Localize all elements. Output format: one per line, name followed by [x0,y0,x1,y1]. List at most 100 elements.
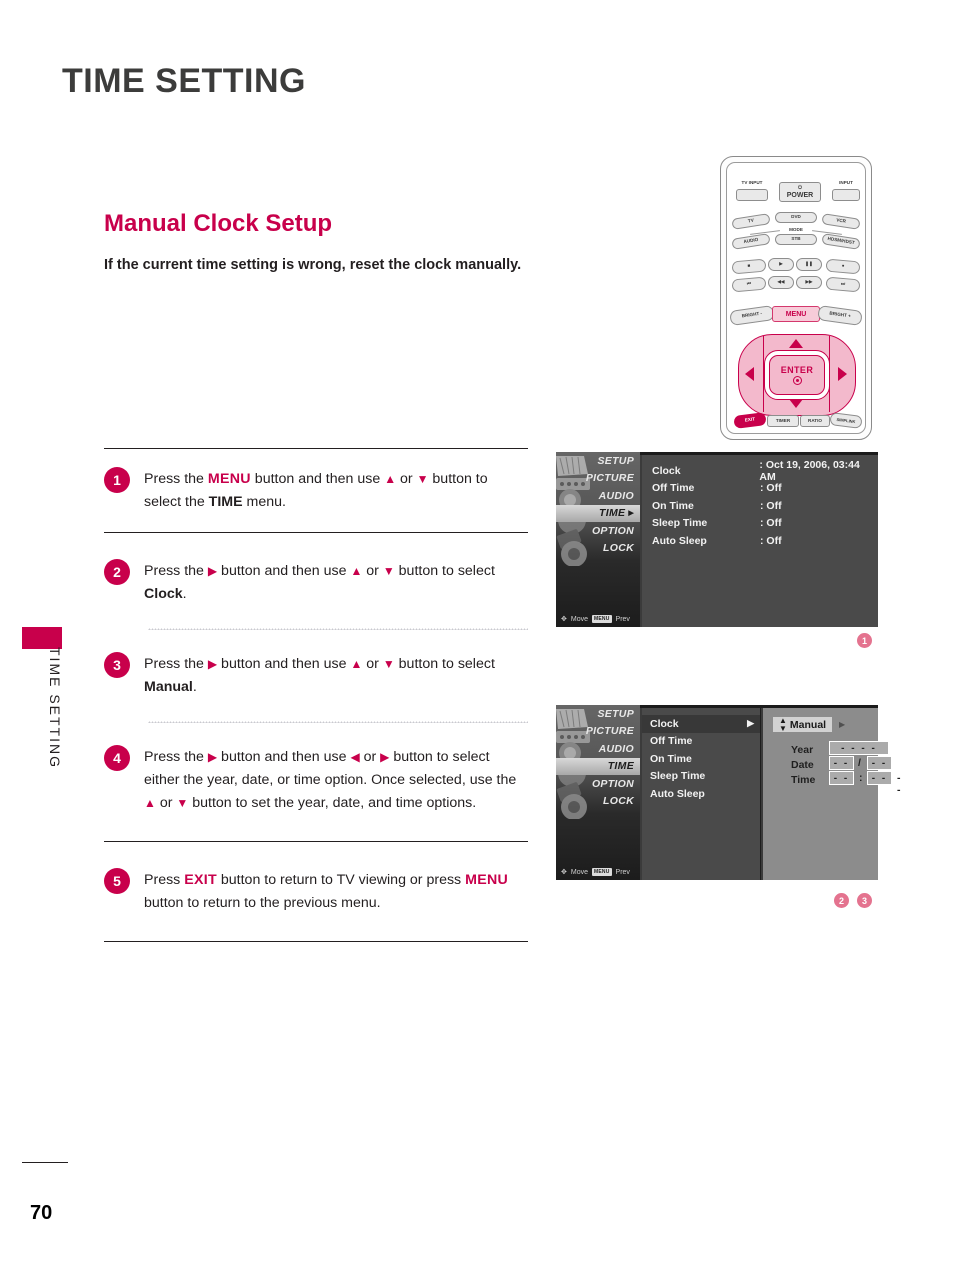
callout-3: 3 [857,893,872,908]
osd-list-item-off-time[interactable]: Off Time [642,733,760,751]
osd-sidebar-item-picture[interactable]: PICTURE [556,470,640,488]
dpad-icon: ✥ [561,869,567,876]
osd-row-value: : Off [760,482,782,495]
text-run: Press the [144,471,208,487]
osd-row-auto-sleep[interactable]: Auto Sleep : Off [652,532,878,550]
osd-row-on-time[interactable]: On Time : Off [652,497,878,515]
remote-rewind-button[interactable]: ◀◀ [768,276,794,289]
osd-footer: ✥ Move MENU Prev [556,615,640,623]
page-number: 70 [30,1202,53,1224]
nav-down-icon[interactable] [789,399,803,408]
direction-arrow-icon: ▼ [382,657,395,671]
osd-row-sleep-time[interactable]: Sleep Time : Off [652,515,878,533]
osd-sidebar-item-time[interactable]: TIME [556,757,640,775]
field-date-month[interactable]: - - [829,756,854,770]
field-label-year: Year [791,744,814,756]
field-time-hour[interactable]: - - [829,771,854,785]
text-run: or [362,563,383,579]
remote-stb-button[interactable]: STB [775,234,817,245]
divider-bottom [104,941,528,942]
osd-mode-selector[interactable]: ▲ ▼ Manual [773,716,833,733]
nav-right-icon[interactable] [838,367,847,381]
step-text: Press the ▶ button and then use ▲ or ▼ b… [144,559,528,606]
field-year[interactable]: - - - - [829,741,889,755]
osd-time-menu-screenshot: SETUP PICTURE AUDIO TIME ▶ OPTION LOCK ✥… [556,452,878,627]
field-date-day[interactable]: - - [867,756,892,770]
step-badge: 4 [104,745,130,771]
manual-page: TIME SETTING TIME SETTING Manual Clock S… [0,0,954,1272]
text-run: Press the [144,749,208,765]
osd-row-name: Off Time [652,482,695,495]
osd-sidebar-item-time[interactable]: TIME ▶ [556,504,640,522]
remote-pause-button[interactable]: ❚❚ [796,258,822,271]
text-run: button and then use [217,656,351,672]
enter-dot-icon [792,376,802,385]
direction-arrow-icon: ▲ [350,657,363,671]
remote-input-button[interactable] [832,189,860,201]
osd-sidebar-item-setup[interactable]: SETUP [556,705,640,723]
osd-footer-menu-chip: MENU [592,615,612,623]
osd-list-item-sleep-time[interactable]: Sleep Time [642,768,760,786]
field-time-meridiem[interactable]: - - [897,772,902,796]
section-intro: If the current time setting is wrong, re… [104,257,522,273]
step-2: 2 Press the ▶ button and then use ▲ or ▼… [104,559,528,606]
step-4: 4 Press the ▶ button and then use ◀ or ▶… [104,745,528,815]
osd-sidebar-item-lock[interactable]: LOCK [556,540,640,558]
step-3: 3 Press the ▶ button and then use ▲ or ▼… [104,652,528,699]
osd-sidebar: SETUP PICTURE AUDIO TIME OPTION LOCK ✥ M… [556,705,640,880]
field-label-date: Date [791,759,814,771]
direction-arrow-icon: ◀ [350,750,360,764]
remote-dvd-button[interactable]: DVD [775,212,817,223]
step-badge: 1 [104,467,130,493]
osd-sidebar-item-audio[interactable]: AUDIO [556,740,640,758]
direction-arrow-icon: ▲ [350,564,363,578]
remote-power-button[interactable]: ⏻ POWER [779,182,821,202]
step-text: Press the ▶ button and then use ◀ or ▶ b… [144,745,528,815]
text-run: Press [144,872,185,888]
direction-arrow-icon: ▶ [207,750,218,764]
remote-fast-forward-button[interactable]: ▶▶ [796,276,822,289]
osd-row-clock[interactable]: Clock : Oct 19, 2006, 03:44 AM [652,459,878,483]
callout-2: 2 [834,893,849,908]
remote-ratio-button[interactable]: RATIO [800,415,830,427]
osd-sidebar-item-option[interactable]: OPTION [556,522,640,540]
remote-mode-label: MODE [789,227,803,232]
remote-tv-input-button[interactable] [736,189,768,201]
remote-timer-button[interactable]: TIMER [767,415,799,427]
osd-sidebar-item-picture[interactable]: PICTURE [556,723,640,741]
osd-sidebar-item-time-label: TIME [607,760,634,773]
time-separator: : [859,772,863,784]
up-down-arrows-icon: ▲ ▼ [779,716,787,733]
step-badge: 3 [104,652,130,678]
osd-list-item-on-time[interactable]: On Time [642,750,760,768]
page-title: TIME SETTING [62,62,306,100]
nav-up-icon[interactable] [789,339,803,348]
field-time-minute[interactable]: - - [867,771,892,785]
osd-list-item-clock[interactable]: Clock ▶ [642,715,760,733]
remote-enter-button[interactable]: ENTER [769,355,825,395]
osd-sidebar-item-setup[interactable]: SETUP [556,452,640,470]
dpad-icon: ✥ [561,616,567,623]
osd-sidebar-item-audio[interactable]: AUDIO [556,487,640,505]
osd-row-value: : Off [760,534,782,547]
osd-clock-panel: ▲ ▼ Manual ▶ Year - - - - Date - - / - - … [763,708,901,880]
osd-sidebar-item-option[interactable]: OPTION [556,775,640,793]
direction-arrow-icon: ▼ [416,472,429,486]
osd-list-item-auto-sleep[interactable]: Auto Sleep [642,785,760,803]
text-run: button and then use [217,749,351,765]
steps-column: 1 Press the MENU button and then use ▲ o… [104,448,528,942]
text-run: Manual [144,679,193,695]
text-run: button and then use [250,471,385,487]
step-text: Press EXIT button to return to TV viewin… [144,868,528,915]
osd-footer-move: Move [570,868,588,876]
osd-list-item-label: Off Time [650,735,693,748]
nav-left-icon[interactable] [745,367,754,381]
osd-row-name: Sleep Time [652,517,708,530]
date-separator: / [858,757,861,769]
tv-input-label: TV INPUT [741,180,763,185]
osd-manual-clock-screenshot: SETUP PICTURE AUDIO TIME OPTION LOCK ✥ M… [556,705,901,880]
osd-sidebar-item-lock[interactable]: LOCK [556,793,640,811]
step-badge: 5 [104,868,130,894]
remote-menu-button[interactable]: MENU [772,306,820,322]
remote-play-button[interactable]: ▶ [768,258,794,271]
